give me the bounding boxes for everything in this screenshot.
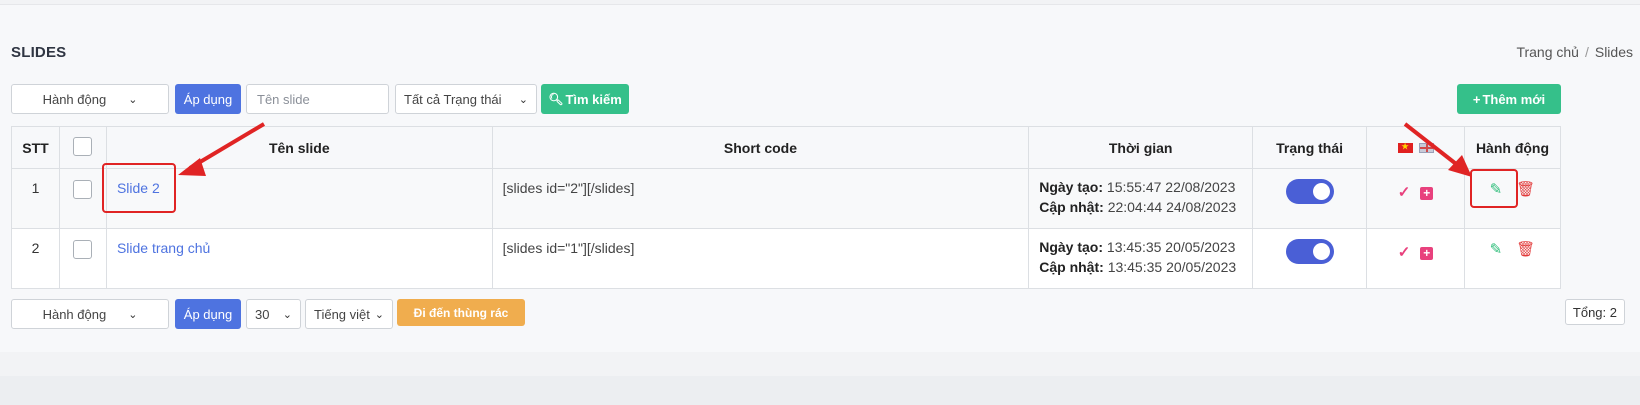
updated-label: Cập nhật: bbox=[1039, 199, 1104, 215]
page-footer-strip bbox=[0, 376, 1640, 405]
column-header-status: Trạng thái bbox=[1252, 126, 1368, 169]
status-toggle[interactable] bbox=[1285, 239, 1334, 264]
row-checkbox[interactable] bbox=[73, 180, 93, 199]
row-languages-cell: ✓ + bbox=[1366, 168, 1465, 229]
row-stt: 1 bbox=[11, 168, 60, 229]
uk-flag-icon bbox=[1418, 143, 1434, 154]
plus-icon: + bbox=[1472, 91, 1481, 107]
highlight-box-slide-name bbox=[102, 163, 176, 213]
table-header-row: STT Tên slide Short code Thời gian Trạng… bbox=[11, 126, 1562, 169]
language-select[interactable]: Tiếng việt ⌄ bbox=[305, 299, 393, 329]
highlight-box-edit bbox=[1470, 169, 1518, 208]
column-header-actions: Hành động bbox=[1463, 126, 1562, 169]
slide-name-input[interactable]: Tên slide bbox=[246, 84, 389, 114]
bulk-action-select-value: Hành động bbox=[42, 91, 107, 107]
column-header-select-all bbox=[58, 126, 107, 169]
table-row: 2 Slide trang chủ [slides id="1"][/slide… bbox=[11, 228, 1562, 289]
bulk-action-select[interactable]: Hành động ⌄ bbox=[11, 84, 169, 114]
created-value: 15:55:47 22/08/2023 bbox=[1106, 179, 1236, 195]
trash-icon[interactable]: 🗑︎ bbox=[1516, 241, 1535, 258]
trash-icon[interactable]: 🗑︎ bbox=[1516, 181, 1535, 198]
bulk-action-select-bottom[interactable]: Hành động ⌄ bbox=[11, 299, 169, 329]
status-filter-select-value: Tất cả Trạng thái bbox=[404, 91, 502, 107]
search-icon: 🔍︎ bbox=[548, 92, 564, 106]
vietnam-flag-icon bbox=[1397, 142, 1413, 154]
go-to-trash-button[interactable]: Đi đến thùng rác bbox=[397, 299, 525, 326]
row-short-code: [slides id="2"][/slides] bbox=[491, 168, 1030, 229]
select-all-checkbox[interactable] bbox=[73, 136, 93, 156]
status-toggle[interactable] bbox=[1285, 179, 1334, 204]
row-checkbox[interactable] bbox=[73, 240, 93, 259]
check-icon[interactable]: ✓ bbox=[1398, 244, 1411, 261]
row-status-cell bbox=[1252, 228, 1368, 289]
updated-label: Cập nhật: bbox=[1039, 259, 1104, 275]
apply-button[interactable]: Áp dụng bbox=[175, 84, 241, 114]
add-new-button[interactable]: + Thêm mới bbox=[1457, 84, 1561, 114]
slides-table: STT Tên slide Short code Thời gian Trạng… bbox=[11, 126, 1562, 289]
breadcrumb-current: Slides bbox=[1594, 44, 1633, 60]
add-new-button-label: Thêm mới bbox=[1482, 91, 1546, 107]
column-header-stt: STT bbox=[11, 126, 60, 169]
per-page-select-value: 30 bbox=[255, 306, 270, 322]
per-page-select[interactable]: 30 ⌄ bbox=[246, 299, 301, 329]
total-count: Tổng: 2 bbox=[1564, 299, 1625, 325]
updated-value: 13:45:35 20/05/2023 bbox=[1107, 259, 1237, 275]
row-checkbox-cell bbox=[58, 168, 107, 229]
row-time: Ngày tạo: 15:55:47 22/08/2023 Cập nhật: … bbox=[1028, 168, 1254, 229]
chevron-down-icon: ⌄ bbox=[128, 308, 138, 321]
created-value: 13:45:35 20/05/2023 bbox=[1106, 239, 1236, 255]
plus-square-icon[interactable]: + bbox=[1420, 247, 1434, 260]
created-label: Ngày tạo: bbox=[1039, 179, 1104, 195]
row-checkbox-cell bbox=[58, 228, 107, 289]
row-short-code: [slides id="1"][/slides] bbox=[491, 228, 1030, 289]
column-header-short-code: Short code bbox=[491, 126, 1030, 169]
row-stt: 2 bbox=[11, 228, 60, 289]
edit-icon[interactable]: ✎ bbox=[1490, 241, 1503, 258]
breadcrumb-home[interactable]: Trang chủ bbox=[1516, 44, 1579, 60]
column-header-languages bbox=[1366, 126, 1465, 169]
plus-square-icon[interactable]: + bbox=[1420, 187, 1434, 200]
row-status-cell bbox=[1252, 168, 1368, 229]
breadcrumb-separator: / bbox=[1584, 44, 1589, 60]
slide-name-link[interactable]: Slide trang chủ bbox=[117, 240, 210, 256]
row-actions-cell: ✎ 🗑︎ bbox=[1463, 228, 1562, 289]
table-row: 1 Slide 2 [slides id="2"][/slides] Ngày … bbox=[11, 168, 1562, 229]
page-title: SLIDES bbox=[11, 44, 67, 61]
bulk-action-select-bottom-value: Hành động bbox=[42, 306, 107, 322]
row-name-cell: Slide trang chủ bbox=[105, 228, 493, 289]
search-button[interactable]: 🔍︎ Tìm kiếm bbox=[541, 84, 629, 114]
updated-value: 22:04:44 24/08/2023 bbox=[1107, 199, 1237, 215]
created-label: Ngày tạo: bbox=[1039, 239, 1104, 255]
search-button-label: Tìm kiếm bbox=[565, 91, 622, 107]
chevron-down-icon: ⌄ bbox=[518, 93, 528, 106]
chevron-down-icon: ⌄ bbox=[374, 308, 384, 321]
row-time: Ngày tạo: 13:45:35 20/05/2023 Cập nhật: … bbox=[1028, 228, 1254, 289]
column-header-time: Thời gian bbox=[1028, 126, 1254, 169]
chevron-down-icon: ⌄ bbox=[128, 93, 138, 106]
chevron-down-icon: ⌄ bbox=[282, 308, 292, 321]
check-icon[interactable]: ✓ bbox=[1398, 184, 1411, 201]
apply-button-bottom[interactable]: Áp dụng bbox=[175, 299, 241, 329]
language-select-value: Tiếng việt bbox=[314, 306, 370, 322]
row-languages-cell: ✓ + bbox=[1366, 228, 1465, 289]
status-filter-select[interactable]: Tất cả Trạng thái ⌄ bbox=[395, 84, 537, 114]
breadcrumb: Trang chủ / Slides bbox=[1516, 44, 1633, 60]
